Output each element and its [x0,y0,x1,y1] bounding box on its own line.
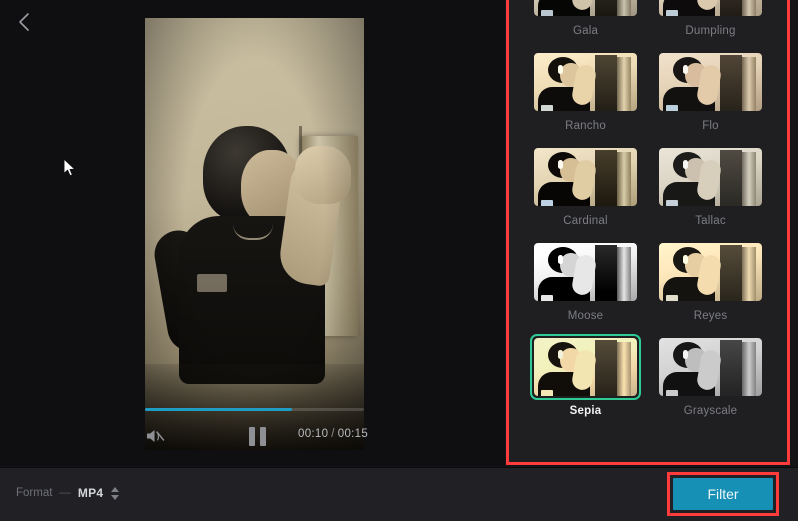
video-frame [145,18,364,450]
filter-option-gala[interactable]: Gala [523,0,648,37]
filter-thumbnail [534,0,637,16]
filter-thumbnail-frame[interactable] [655,0,766,20]
filter-option-label: Sepia [569,405,602,417]
filter-thumbnail [534,148,637,206]
filter-option-reyes[interactable]: Reyes [648,239,773,322]
filter-option-label: Cardinal [563,215,608,227]
filter-thumbnail-frame[interactable] [530,334,641,400]
filter-thumbnail-frame[interactable] [655,49,766,115]
time-display: 00:10/00:15 [298,428,368,440]
filter-option-label: Reyes [693,310,728,322]
filter-thumbnail-frame[interactable] [655,239,766,305]
filter-option-cardinal[interactable]: Cardinal [523,144,648,227]
filter-option-grayscale[interactable]: Grayscale [648,334,773,417]
filter-option-rancho[interactable]: Rancho [523,49,648,132]
video-progress-bar[interactable] [145,408,364,411]
filter-option-label: Gala [572,25,599,37]
filter-option-label: Tallac [695,215,726,227]
filter-option-tallac[interactable]: Tallac [648,144,773,227]
filter-option-sepia[interactable]: Sepia [523,334,648,417]
stepper-up-icon[interactable] [111,486,120,492]
filter-thumbnail [659,53,762,111]
stepper-down-icon[interactable] [111,494,120,500]
pause-button[interactable] [246,426,268,446]
back-button[interactable] [8,6,40,38]
filter-option-label: Grayscale [683,405,738,417]
video-preview[interactable] [145,18,364,450]
current-time: 00:10 [298,428,329,440]
filter-thumbnail [534,338,637,396]
mute-button[interactable] [143,424,167,448]
filter-thumbnail [659,243,762,301]
filter-thumbnail-frame[interactable] [530,0,641,20]
video-decor [145,18,364,450]
filter-option-label: Rancho [565,120,606,132]
format-label: Format [16,487,53,499]
filter-option-moose[interactable]: Moose [523,239,648,322]
filter-thumbnail-frame[interactable] [530,144,641,210]
app-window: 00:10/00:15 Gala Dumpling Rancho Flo Cardina… [0,0,798,521]
filter-option-label: Flo [702,120,719,132]
filter-panel[interactable]: Gala Dumpling Rancho Flo Cardinal Tallac Moose… [509,0,787,462]
pause-icon [259,426,266,446]
speaker-muted-icon [147,430,165,442]
filter-thumbnail [659,0,762,16]
filter-option-dumpling[interactable]: Dumpling [648,0,773,37]
format-dash: — [59,487,71,499]
filter-button[interactable]: Filter [673,478,773,510]
chevron-left-icon [18,13,29,31]
filter-thumbnail-frame[interactable] [655,144,766,210]
stepper-up-down-icon[interactable] [111,486,120,500]
filter-grid: Gala Dumpling Rancho Flo Cardinal Tallac Moose… [509,0,787,433]
total-time: 00:15 [337,428,369,440]
pause-icon [248,426,255,446]
video-progress-fill [145,408,292,411]
format-selector[interactable]: Format — MP4 [16,486,120,500]
filter-thumbnail [534,53,637,111]
filter-thumbnail [659,148,762,206]
filter-thumbnail-frame[interactable] [655,334,766,400]
player-controls: 00:10/00:15 [135,424,385,452]
format-value[interactable]: MP4 [78,486,103,500]
filter-option-flo[interactable]: Flo [648,49,773,132]
bottom-toolbar: Format — MP4 Filter [0,467,798,521]
filter-thumbnail [534,243,637,301]
filter-option-label: Moose [567,310,604,322]
filter-thumbnail [659,338,762,396]
time-separator: / [331,428,335,440]
video-editor-pane: 00:10/00:15 [0,0,505,466]
filter-thumbnail-frame[interactable] [530,49,641,115]
filter-thumbnail-frame[interactable] [530,239,641,305]
filter-option-label: Dumpling [685,25,736,37]
